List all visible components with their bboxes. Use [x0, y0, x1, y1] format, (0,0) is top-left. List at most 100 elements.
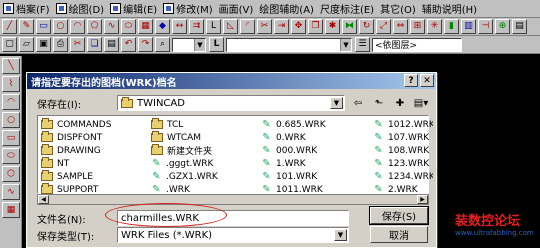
circle-tool-icon[interactable]: ○ — [53, 19, 68, 34]
zoom-icon[interactable]: ⌕ — [155, 37, 170, 52]
filename-input[interactable]: charmilles.WRK — [117, 210, 349, 226]
save-in-combo[interactable]: TWINCAD ▼ — [117, 95, 345, 111]
menu-edit[interactable]: 编辑(E) — [107, 1, 160, 17]
copy-icon[interactable]: ❏ — [87, 37, 102, 52]
cut-icon[interactable]: ✂ — [70, 37, 85, 52]
save-button[interactable]: 保存(S) — [369, 206, 429, 225]
folder-item[interactable]: SAMPLE — [41, 170, 151, 183]
folder-item[interactable]: TCL — [151, 118, 261, 131]
mirror-tool-icon[interactable]: ⧓ — [342, 19, 357, 34]
file-item[interactable]: ✎ 1.WRK — [261, 157, 373, 170]
undo-icon[interactable]: ↶ — [121, 37, 136, 52]
snowflake-tool-icon[interactable]: ✱ — [325, 19, 340, 34]
offset-tool-icon[interactable]: ⇉ — [189, 19, 204, 34]
file-item[interactable]: ✎ 101.WRK — [261, 170, 373, 183]
array-tool-icon[interactable]: ⊞ — [410, 19, 425, 34]
fillet-tool-icon[interactable]: ◜ — [240, 19, 255, 34]
file-item[interactable]: ✎ .gggt.WRK — [151, 157, 261, 170]
menu-file[interactable]: 档案(F) — [0, 1, 53, 17]
menu-dimension[interactable]: 尺度标注(E) — [317, 1, 377, 17]
view-menu-icon[interactable]: ▤▾ — [412, 96, 430, 110]
scroll-right-icon[interactable]: ▶ — [417, 195, 428, 204]
trim-tool-icon[interactable]: ✂ — [257, 19, 272, 34]
copy-tool-icon[interactable]: ❐ — [308, 19, 323, 34]
line-tool-icon[interactable]: ╱ — [2, 19, 17, 34]
filetype-select[interactable]: WRK Files (*.WRK) ▼ — [117, 227, 349, 243]
rectangle-tool-icon[interactable]: ▭ — [36, 19, 51, 34]
file-item[interactable]: ✎ 0.685.WRK — [261, 118, 373, 131]
folder-item[interactable]: NT — [41, 157, 151, 170]
polygon-tool-icon[interactable]: ⬠ — [87, 19, 102, 34]
text-L-tool-icon[interactable]: L — [206, 19, 221, 34]
file-item[interactable]: ✎ 108.WRK — [373, 144, 433, 157]
arc-icon[interactable]: ◠ — [2, 94, 20, 110]
hatch-tool-icon[interactable]: ▦ — [138, 19, 153, 34]
scale-tool-icon[interactable]: ⤢ — [376, 19, 391, 34]
new-folder-icon[interactable]: ✚ — [391, 96, 409, 110]
print-icon[interactable]: ⎙ — [53, 37, 68, 52]
menu-assist[interactable]: 绘图辅助(A) — [256, 1, 317, 17]
linestyle-button[interactable]: ☰ — [355, 37, 370, 52]
circle-icon[interactable]: ○ — [2, 112, 20, 128]
hatch-icon[interactable]: ▦ — [2, 202, 20, 218]
menu-other[interactable]: 其它(O) — [377, 1, 419, 17]
up-folder-icon[interactable]: ⬑ — [370, 96, 388, 110]
divide-tool-icon[interactable]: ▥ — [461, 19, 476, 34]
file-item[interactable]: ✎ 0.WRK — [261, 131, 373, 144]
stretch-tool-icon[interactable]: ⇔ — [393, 19, 408, 34]
file-name: 1234.WRK — [388, 171, 433, 182]
layer-color-select[interactable]: ▼ — [172, 37, 206, 52]
file-item[interactable]: ✎ 1012.WRK — [373, 118, 433, 131]
folder-item[interactable]: WTCAM — [151, 131, 261, 144]
pencil-tool-icon[interactable]: ✎ — [19, 19, 34, 34]
measure-tool-icon[interactable]: ▮ — [444, 19, 459, 34]
ellipse-tool-icon[interactable]: ⬭ — [121, 19, 136, 34]
back-arrow-icon[interactable]: ⇦ — [349, 96, 367, 110]
menu-view[interactable]: 画面(V) — [216, 1, 257, 17]
help-icon[interactable]: ? — [404, 74, 418, 87]
chamfer-tool-icon[interactable]: ◺ — [223, 19, 238, 34]
bylayer-select[interactable]: <依图层> — [372, 37, 462, 52]
menu-modify[interactable]: 修改(M) — [160, 1, 215, 17]
folder-item[interactable]: COMMANDS — [41, 118, 151, 131]
open-folder-icon[interactable]: ▱ — [19, 37, 34, 52]
dimension-tool-icon[interactable]: ↔ — [172, 19, 187, 34]
polygon-icon[interactable]: ⬡ — [2, 166, 20, 182]
rectangle-icon[interactable]: ▭ — [2, 130, 20, 146]
menu-help[interactable]: 辅助说明(H) — [419, 1, 480, 17]
explode-tool-icon[interactable]: ✳ — [427, 19, 442, 34]
spline-tool-icon[interactable]: ∿ — [104, 19, 119, 34]
cancel-button[interactable]: 取消 — [370, 226, 428, 243]
folder-item[interactable]: DRAWING — [41, 144, 151, 157]
paste-icon[interactable]: ▤ — [104, 37, 119, 52]
folder-item[interactable]: 新建文件夹 — [151, 144, 261, 157]
arc-tool-icon[interactable]: ◠ — [70, 19, 85, 34]
horizontal-scrollbar[interactable]: ◀ ▶ — [37, 194, 429, 205]
point-tool-icon[interactable]: ◆ — [155, 19, 170, 34]
grid-tool-icon[interactable]: ▤ — [512, 19, 527, 34]
extend-tool-icon[interactable]: ⇥ — [274, 19, 289, 34]
ellipse-icon[interactable]: ⬭ — [2, 148, 20, 164]
layer-L-button[interactable]: L — [209, 37, 224, 52]
linetype-select[interactable]: ▼ — [226, 37, 352, 52]
join-tool-icon[interactable]: ⊕ — [495, 19, 510, 34]
rotate-tool-icon[interactable]: ↻ — [359, 19, 374, 34]
folder-item[interactable]: DISPFONT — [41, 131, 151, 144]
new-file-icon[interactable]: ▢ — [2, 37, 17, 52]
scroll-left-icon[interactable]: ◀ — [38, 195, 49, 204]
file-item[interactable]: ✎ 000.WRK — [261, 144, 373, 157]
line-icon[interactable]: ╲ — [2, 58, 20, 74]
move-tool-icon[interactable]: ✥ — [291, 19, 306, 34]
curve-icon[interactable]: ∿ — [2, 184, 20, 200]
save-disk-icon[interactable]: ▣ — [36, 37, 51, 52]
file-item[interactable]: ✎ 107.WRK — [373, 131, 433, 144]
file-item[interactable]: ✎ 1234.WRK — [373, 170, 433, 183]
polyline-icon[interactable]: ⌇ — [2, 76, 20, 92]
close-icon[interactable]: ✕ — [420, 74, 434, 87]
menu-draw[interactable]: 绘图(D) — [53, 1, 108, 17]
wrk-file-icon: ✎ — [374, 145, 383, 156]
file-item[interactable]: ✎ .GZX1.WRK — [151, 170, 261, 183]
break-tool-icon[interactable]: ⊣ — [478, 19, 493, 34]
file-item[interactable]: ✎ 123.WRK — [373, 157, 433, 170]
redo-icon[interactable]: ↷ — [138, 37, 153, 52]
